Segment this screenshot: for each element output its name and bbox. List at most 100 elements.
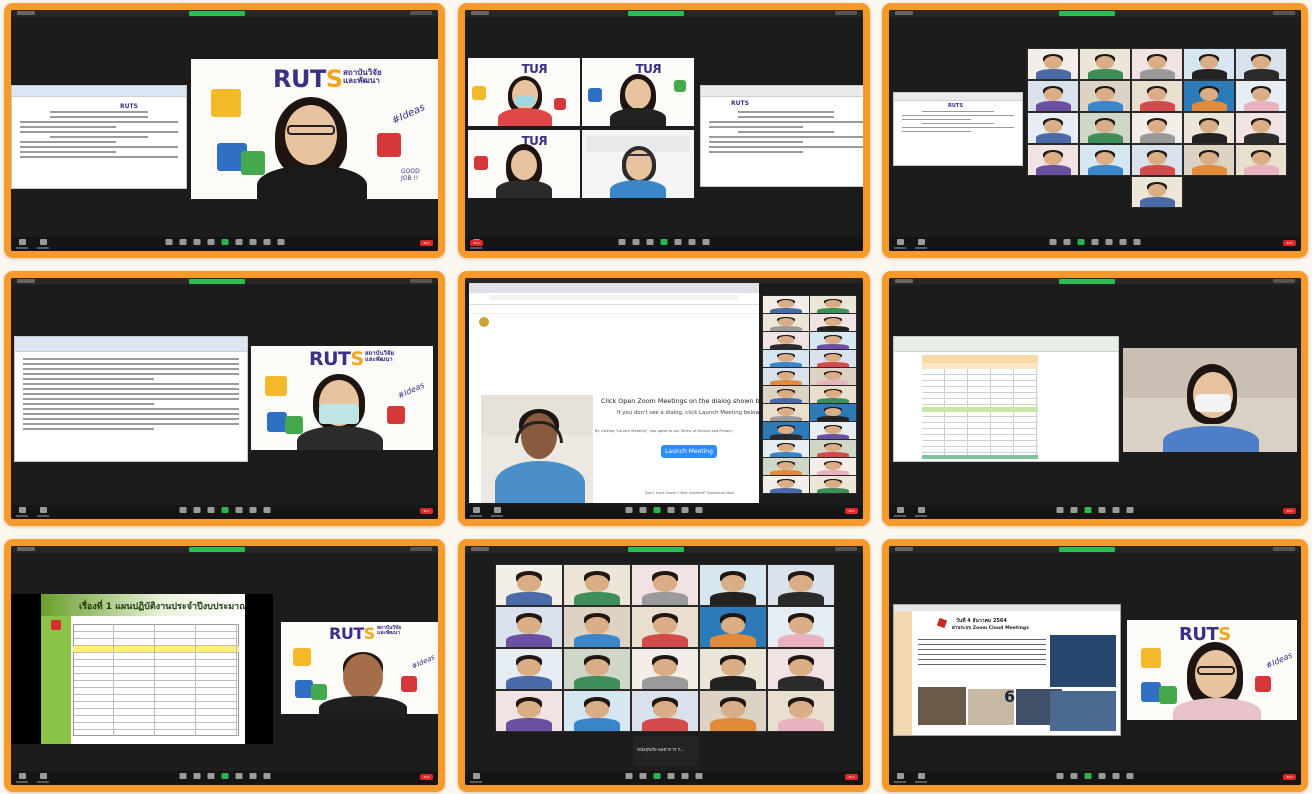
participant-tile <box>631 690 699 732</box>
video-button[interactable] <box>37 239 49 249</box>
reactions-button[interactable] <box>249 507 256 513</box>
chat-button[interactable] <box>646 239 654 245</box>
share-screen-button[interactable] <box>1084 773 1092 779</box>
more-button[interactable] <box>263 507 270 513</box>
more-button[interactable] <box>1133 239 1141 245</box>
chat-button[interactable] <box>207 773 214 779</box>
end-button[interactable]: End <box>1283 774 1296 780</box>
participant-tile <box>809 313 857 332</box>
participants-button[interactable] <box>1049 239 1057 245</box>
participant-name: หนังสุขภัย ผลยาการ ก... <box>637 748 685 753</box>
security-button[interactable] <box>618 239 626 245</box>
end-button[interactable]: End <box>845 508 858 514</box>
mute-button[interactable] <box>894 507 906 517</box>
share-screen-button[interactable] <box>653 507 661 513</box>
more-button[interactable] <box>263 773 270 779</box>
record-button[interactable] <box>235 507 242 513</box>
chat-button[interactable] <box>639 773 647 779</box>
chat-button[interactable] <box>1070 507 1078 513</box>
security-button[interactable] <box>165 239 172 245</box>
record-button[interactable] <box>1098 507 1106 513</box>
mute-button[interactable] <box>16 773 28 783</box>
reactions-button[interactable] <box>263 239 270 245</box>
slide-title: เรื่องที่ 1 แผนปฏิบัติงานประจำปีงบประมาณ… <box>79 602 245 612</box>
participants-button[interactable] <box>625 773 633 779</box>
reactions-button[interactable] <box>1112 773 1120 779</box>
breakout-rooms-button[interactable] <box>1105 239 1113 245</box>
mute-button[interactable] <box>894 239 906 249</box>
address-bar[interactable] <box>469 295 759 305</box>
mute-button[interactable] <box>16 239 28 249</box>
video-button[interactable] <box>491 507 503 517</box>
video-button[interactable] <box>37 773 49 783</box>
reactions-button[interactable] <box>1112 507 1120 513</box>
end-button[interactable]: End <box>420 240 433 246</box>
more-button[interactable] <box>695 507 703 513</box>
record-button[interactable] <box>667 507 675 513</box>
participant-tile <box>767 606 835 648</box>
end-button[interactable]: End <box>420 774 433 780</box>
participants-button[interactable] <box>1056 507 1064 513</box>
end-button[interactable]: End <box>470 240 483 246</box>
chat-button[interactable] <box>639 507 647 513</box>
record-button[interactable] <box>235 239 242 245</box>
polls-button[interactable] <box>193 239 200 245</box>
share-screen-button[interactable] <box>221 507 228 513</box>
video-button[interactable] <box>915 239 927 249</box>
reactions-button[interactable] <box>681 507 689 513</box>
end-button[interactable]: End <box>845 774 858 780</box>
share-screen-button[interactable] <box>653 773 661 779</box>
mute-button[interactable] <box>16 507 28 517</box>
security-button[interactable] <box>179 773 186 779</box>
more-button[interactable] <box>695 773 703 779</box>
participant-tile <box>1027 48 1079 80</box>
zoom-title-bar <box>465 10 863 17</box>
end-button[interactable]: End <box>1283 508 1296 514</box>
participants-button[interactable] <box>625 507 633 513</box>
zoom-window: เรื่องที่ 1 แผนปฏิบัติงานประจำปีงบประมาณ… <box>11 546 438 785</box>
chat-button[interactable] <box>207 507 214 513</box>
participants-button[interactable] <box>179 239 186 245</box>
chat-button[interactable] <box>1063 239 1071 245</box>
launch-terms[interactable]: By clicking "Launch Meeting", you agree … <box>595 429 759 433</box>
video-button[interactable] <box>915 773 927 783</box>
participant-tile <box>699 606 767 648</box>
participants-button[interactable] <box>193 773 200 779</box>
mute-button[interactable] <box>470 507 482 517</box>
reactions-button[interactable] <box>249 773 256 779</box>
end-button[interactable]: End <box>1283 240 1296 246</box>
share-screen-button[interactable] <box>221 773 228 779</box>
more-button[interactable] <box>1126 507 1134 513</box>
reactions-button[interactable] <box>688 239 696 245</box>
mute-button[interactable] <box>470 773 482 783</box>
record-button[interactable] <box>674 239 682 245</box>
reactions-button[interactable] <box>681 773 689 779</box>
chat-button[interactable] <box>1070 773 1078 779</box>
security-button[interactable] <box>179 507 186 513</box>
participants-button[interactable] <box>193 507 200 513</box>
share-screen-button[interactable] <box>1084 507 1092 513</box>
download-link[interactable]: Don't have Zoom Client installed? Downlo… <box>645 491 734 495</box>
chat-button[interactable] <box>207 239 214 245</box>
record-button[interactable] <box>1098 773 1106 779</box>
zoom-toolbar: End <box>889 771 1301 785</box>
end-button[interactable]: End <box>420 508 433 514</box>
record-button[interactable] <box>1091 239 1099 245</box>
video-button[interactable] <box>915 507 927 517</box>
reactions-button[interactable] <box>1119 239 1127 245</box>
share-screen-button[interactable] <box>660 239 668 245</box>
participants-button[interactable] <box>1056 773 1064 779</box>
participants-button[interactable] <box>632 239 640 245</box>
zoom-title-bar <box>11 278 438 285</box>
mute-button[interactable] <box>894 773 906 783</box>
more-button[interactable] <box>1126 773 1134 779</box>
launch-meeting-button[interactable]: Launch Meeting <box>661 445 717 458</box>
breakout-rooms-button[interactable] <box>249 239 256 245</box>
more-button[interactable] <box>277 239 284 245</box>
more-button[interactable] <box>702 239 710 245</box>
share-screen-button[interactable] <box>221 239 228 245</box>
video-button[interactable] <box>37 507 49 517</box>
record-button[interactable] <box>235 773 242 779</box>
record-button[interactable] <box>667 773 675 779</box>
share-screen-button[interactable] <box>1077 239 1085 245</box>
